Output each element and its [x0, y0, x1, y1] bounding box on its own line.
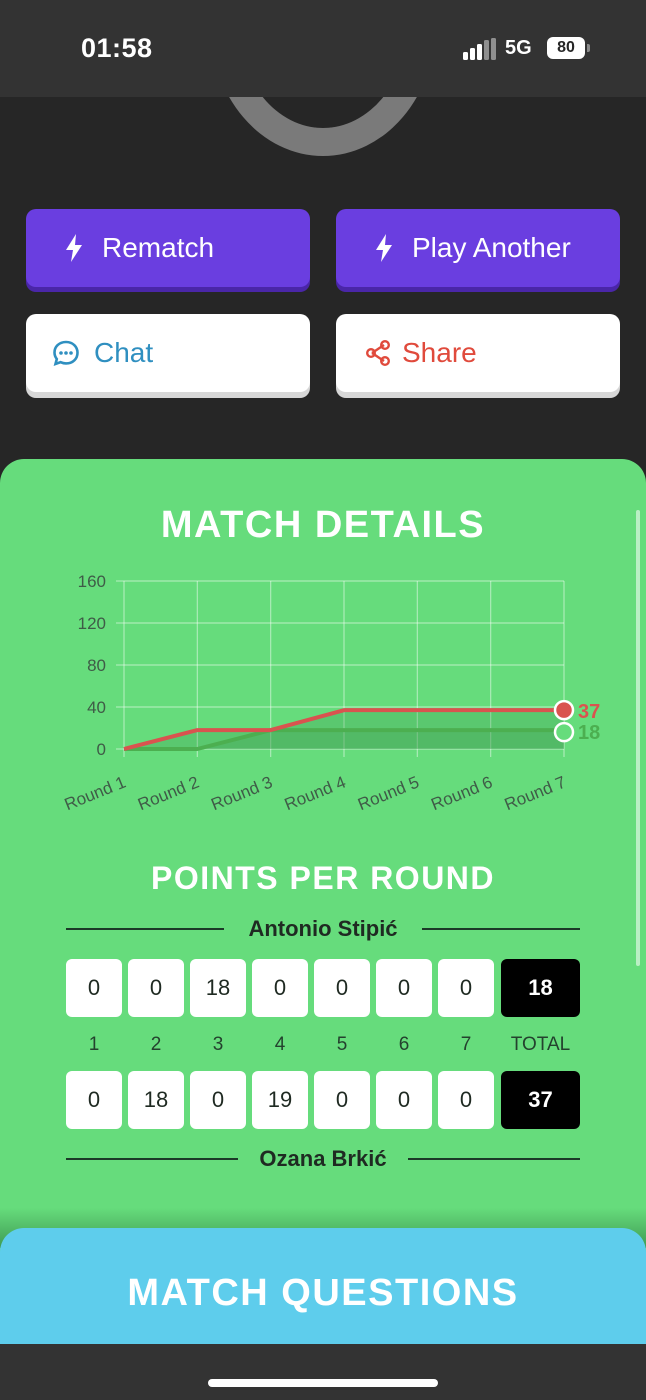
home-bar: [0, 1344, 646, 1400]
x-tick-label: Round 6: [428, 773, 495, 815]
network-type: 5G: [505, 37, 532, 59]
y-tick-label: 120: [78, 614, 106, 633]
signal-icon: [463, 38, 496, 60]
play-another-label: Play Another: [412, 232, 571, 263]
points-per-round-title: POINTS PER ROUND: [150, 860, 496, 896]
status-bar: 01:58 5G 80: [0, 0, 646, 97]
play-another-button[interactable]: Play Another: [336, 209, 620, 287]
round-label: 2: [150, 1034, 162, 1055]
series-end-label: 37: [578, 701, 600, 723]
x-tick-label: Round 2: [135, 773, 202, 815]
battery-icon: 80: [547, 37, 585, 59]
y-tick-label: 0: [97, 740, 106, 759]
chat-bubble-icon: [52, 338, 80, 368]
series-end-point: [553, 699, 575, 721]
score-cell: 18: [128, 1071, 184, 1129]
y-tick-label: 80: [87, 656, 106, 675]
rematch-label: Rematch: [102, 232, 215, 263]
round-label: 5: [336, 1034, 348, 1055]
player-name-top: Antonio Stipić: [248, 916, 398, 941]
total-cell: 37: [501, 1071, 580, 1129]
score-chart: 16012080400Round 1 Round 2 Round 3 Round 4R…: [62, 572, 600, 815]
total-label: TOTAL: [510, 1034, 571, 1055]
x-tick-label: Round 7: [502, 773, 569, 815]
series-end-point: [553, 721, 575, 743]
chat-label: Chat: [94, 337, 154, 368]
share-button[interactable]: Share: [336, 314, 620, 392]
round-label: 6: [398, 1034, 410, 1055]
battery-level: 80: [557, 39, 575, 56]
score-cell: 0: [376, 1071, 432, 1129]
score-cell: 0: [314, 1071, 370, 1129]
player-name-bottom: Ozana Brkić: [259, 1146, 387, 1171]
x-tick-label: Round 3: [208, 773, 275, 815]
match-questions-title: MATCH QUESTIONS: [127, 1272, 519, 1314]
status-time: 01:58: [81, 33, 153, 63]
round-label: 7: [460, 1034, 472, 1055]
match-details-title: MATCH DETAILS: [160, 504, 486, 546]
score-cell: 0: [128, 959, 184, 1017]
y-tick-label: 160: [78, 572, 106, 591]
score-cell: 0: [252, 959, 308, 1017]
series-end-label: 18: [578, 722, 600, 744]
score-cell: 0: [66, 959, 122, 1017]
score-cell: 0: [376, 959, 432, 1017]
score-cell: 18: [190, 959, 246, 1017]
share-icon: [364, 338, 392, 368]
chat-button[interactable]: Chat: [26, 314, 310, 392]
round-label: 4: [274, 1034, 286, 1055]
y-tick-label: 40: [87, 698, 106, 717]
lightning-icon: [60, 233, 88, 263]
round-label: 3: [212, 1034, 224, 1055]
score-cell: 19: [252, 1071, 308, 1129]
share-label: Share: [402, 337, 477, 368]
score-cell: 0: [438, 1071, 494, 1129]
score-cell: 0: [438, 959, 494, 1017]
score-cell: 0: [314, 959, 370, 1017]
score-cell: 0: [66, 1071, 122, 1129]
x-tick-label: Round 4: [282, 773, 349, 815]
battery-nub: [587, 44, 590, 52]
x-tick-label: Round 1: [62, 773, 129, 815]
round-label: 1: [88, 1034, 100, 1055]
total-cell: 18: [501, 959, 580, 1017]
x-tick-label: Round 5: [355, 773, 422, 815]
home-indicator[interactable]: [208, 1379, 438, 1387]
rematch-button[interactable]: Rematch: [26, 209, 310, 287]
score-cell: 0: [190, 1071, 246, 1129]
lightning-icon: [370, 233, 398, 263]
